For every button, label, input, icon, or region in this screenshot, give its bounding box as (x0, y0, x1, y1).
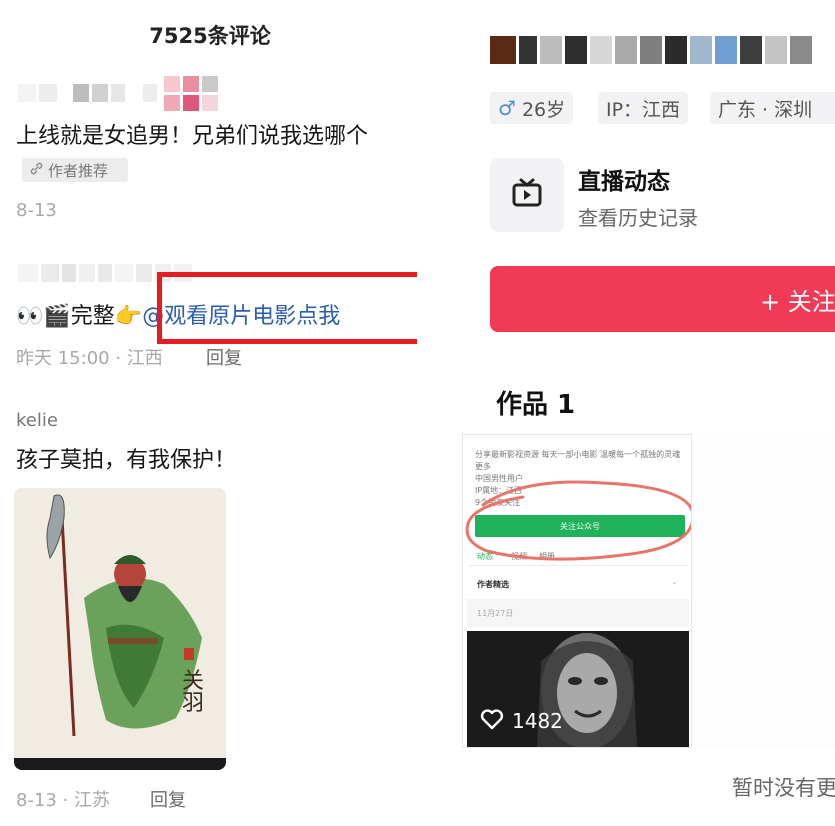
svg-text:羽: 羽 (182, 691, 204, 716)
image-bottom-bar (14, 758, 226, 770)
comments-panel: 7525条评论 上线就是女追男！兄弟们说我选哪个 作者推荐 8-13 👀🎬完整👉… (0, 0, 420, 826)
work-thumbnail[interactable]: 分享最新影视资源 每天一部小电影 温暖每一个孤独的灵魂 更多 中国男性用户 IP… (462, 434, 692, 748)
comment-count-title: 7525条评论 (149, 24, 271, 48)
comment-date-location: 8-13 · 江苏 (16, 790, 111, 811)
comment-time-location: 昨天 15:00 · 江西 (16, 348, 163, 369)
region-tag: 广东 · 深圳 (710, 92, 835, 124)
gender-age-tag: ♂ 26岁 (490, 92, 574, 124)
heart-icon (480, 708, 504, 734)
comment-username[interactable]: kelie (16, 410, 58, 431)
live-entry-button[interactable] (490, 158, 564, 232)
thumb-more: 更多 (475, 462, 491, 471)
thumb-bio-line: 分享最新影视资源 每天一部小电影 温暖每一个孤独的灵魂 (475, 450, 681, 459)
blurred-avatar-strip (164, 76, 218, 92)
thumb-divider (467, 565, 689, 566)
works-title: 作品 1 (496, 390, 576, 420)
thumb-section: 作者精选 (477, 580, 509, 589)
pointing-emoji: 👉 (114, 304, 143, 329)
tv-icon (511, 178, 543, 212)
eyes-clapper-emoji: 👀🎬 (16, 304, 71, 329)
blurred-avatar-strip-2 (164, 95, 218, 111)
annotation-circle (465, 480, 691, 561)
thumb-date-row: 11月27日 (467, 599, 689, 627)
ip-location-tag: IP：江西 (598, 92, 689, 124)
badge-label: 作者推荐 (48, 161, 109, 180)
guan-yu-illustration: 关 羽 (14, 488, 226, 758)
reply-button[interactable]: 回复 (206, 344, 242, 370)
likes-counter: 1482 (480, 708, 563, 734)
follow-label: + 关注 (760, 288, 835, 316)
no-more-text: 暂时没有更多了 (732, 776, 835, 800)
profile-panel: ♂ 26岁 IP：江西 广东 · 深圳 直播动态 查看历史记录 + 关注 作品 … (462, 0, 835, 826)
comment-date: 8-13 (16, 200, 57, 221)
blurred-nickname (490, 36, 812, 64)
live-subtitle: 查看历史记录 (578, 206, 698, 230)
author-recommend-badge: 作者推荐 (22, 158, 128, 182)
comment-image[interactable]: 关 羽 (14, 488, 226, 770)
link-icon (30, 161, 43, 179)
reply-button[interactable]: 回复 (150, 786, 186, 812)
live-title[interactable]: 直播动态 (578, 162, 670, 196)
follow-button[interactable]: + 关注 (490, 266, 835, 332)
empty-grid-cell (696, 434, 835, 748)
chevron-down-icon: ⌄ (671, 577, 678, 586)
highlight-annotation-box (157, 272, 417, 344)
male-icon: ♂ (498, 96, 516, 120)
comment-text: 上线就是女追男！兄弟们说我选哪个 (16, 124, 369, 149)
blurred-username[interactable] (18, 84, 157, 102)
comment-text: 孩子莫拍，有我保护！ (16, 448, 237, 473)
